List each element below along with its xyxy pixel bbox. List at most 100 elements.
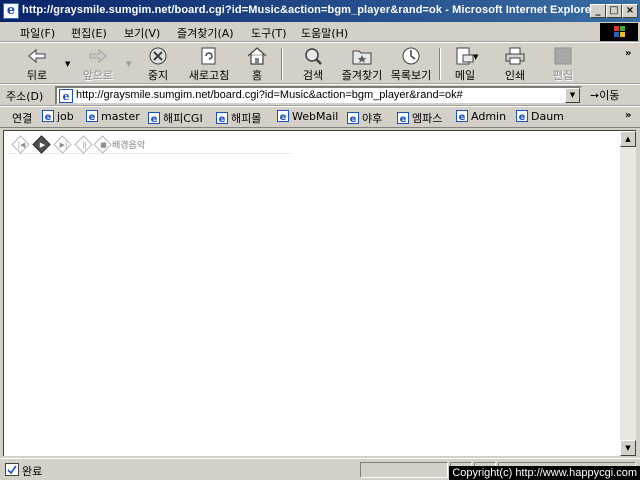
link-happymall[interactable]: e 해피몰: [216, 110, 261, 126]
toolbar-separator: [281, 48, 283, 80]
svg-text:e: e: [45, 112, 52, 122]
link-job[interactable]: e job: [42, 110, 74, 123]
home-button[interactable]: 홈: [245, 46, 269, 82]
refresh-label: 새로고침: [188, 69, 230, 82]
player-title: 배경음악: [112, 141, 146, 151]
link-happycgi[interactable]: e 해피CGI: [148, 110, 203, 126]
links-bar: 연결 e job e master e 해피CGI e 해피몰 e WebMail e 야후…: [0, 106, 640, 128]
prev-icon: |◀: [17, 141, 26, 149]
mail-dropdown-icon[interactable]: ▼: [473, 53, 478, 61]
forward-label: 앞으로: [82, 69, 114, 82]
back-label: 뒤로: [26, 69, 48, 82]
link-master[interactable]: e master: [86, 110, 140, 123]
forward-dropdown-icon[interactable]: ▼: [126, 60, 131, 68]
history-button[interactable]: 목록보기: [388, 46, 434, 82]
menu-edit[interactable]: 편집(E): [71, 25, 107, 41]
favorites-button[interactable]: 즐겨찾기: [338, 46, 386, 82]
search-button[interactable]: 검색: [298, 46, 328, 82]
link-webmail[interactable]: e WebMail: [277, 110, 338, 123]
svg-text:e: e: [280, 112, 287, 122]
edit-button[interactable]: 편집: [548, 46, 578, 82]
menu-file[interactable]: 파일(F): [20, 25, 55, 41]
back-dropdown-icon[interactable]: ▼: [65, 60, 70, 68]
mail-button[interactable]: 메일: [450, 46, 480, 82]
address-dropdown-icon[interactable]: ▼: [565, 88, 580, 103]
ie-page-icon: e: [86, 110, 98, 122]
favorites-folder-icon: [352, 50, 372, 65]
menu-favorites[interactable]: 즐겨찾기(A): [177, 25, 234, 41]
play-icon: ▶: [39, 141, 46, 149]
printer-icon: [505, 47, 525, 65]
svg-text:e: e: [89, 112, 96, 122]
mail-label: 메일: [454, 69, 476, 82]
link-label: Daum: [531, 110, 564, 123]
link-label: 엠파스: [412, 112, 443, 125]
pause-icon: ||: [82, 141, 87, 149]
link-label: WebMail: [292, 110, 339, 123]
svg-text:e: e: [459, 112, 466, 122]
ie-page-icon: e: [59, 89, 73, 103]
page-done-icon: [5, 463, 19, 476]
link-label: 해피CGI: [163, 112, 203, 125]
home-icon: [247, 47, 267, 65]
refresh-icon: [201, 47, 216, 65]
link-label: 야후: [362, 112, 383, 125]
maximize-button[interactable]: □: [606, 4, 622, 18]
menu-view[interactable]: 보기(V): [124, 25, 160, 41]
ie-page-icon: e: [516, 110, 528, 122]
stop-button[interactable]: 중지: [143, 46, 173, 82]
ie-page-icon: e: [456, 110, 468, 122]
link-label: Admin: [471, 110, 507, 123]
menu-bar: 파일(F) 편집(E) 보기(V) 즐겨찾기(A) 도구(T) 도움말(H): [0, 22, 640, 42]
ie-page-icon: e: [347, 112, 359, 124]
bgm-player: |◀ ▶ ▶| || ■ 배경음악: [9, 135, 291, 154]
standard-toolbar: 뒤로 ▼ 앞으로 ▼ 중지 새로고침 홈 검색 즐겨찾기 목록보기 메일 ▼ 인…: [0, 42, 640, 84]
svg-text:e: e: [400, 114, 407, 124]
scroll-up-button[interactable]: ▲: [620, 131, 636, 147]
edit-icon: [554, 47, 572, 65]
links-chevron-icon[interactable]: »: [625, 110, 631, 121]
vertical-scrollbar[interactable]: ▲ ▼: [620, 130, 636, 456]
edit-label: 편집: [552, 69, 574, 82]
menu-help[interactable]: 도움말(H): [301, 25, 348, 41]
refresh-button[interactable]: 새로고침: [184, 46, 234, 82]
forward-arrow-icon: [89, 48, 107, 64]
stop-icon: [149, 47, 167, 65]
favorites-label: 즐겨찾기: [341, 69, 383, 82]
search-icon: [305, 48, 322, 65]
link-daum[interactable]: e Daum: [516, 110, 564, 123]
svg-text:e: e: [519, 112, 526, 122]
svg-text:e: e: [350, 114, 357, 124]
svg-text:e: e: [63, 90, 70, 103]
title-bar[interactable]: e http://graysmile.sumgim.net/board.cgi?…: [0, 0, 640, 22]
ie-page-icon: e: [397, 112, 409, 124]
minimize-button[interactable]: _: [590, 4, 606, 18]
toolbar-chevron-icon[interactable]: »: [625, 48, 631, 59]
link-admin[interactable]: e Admin: [456, 110, 506, 123]
scroll-down-button[interactable]: ▼: [620, 440, 636, 456]
address-label: 주소(D): [6, 90, 44, 103]
history-icon: [402, 47, 420, 65]
svg-text:e: e: [151, 114, 158, 124]
next-icon: ▶|: [59, 141, 68, 149]
back-arrow-icon: [28, 48, 46, 64]
close-button[interactable]: ×: [622, 4, 638, 18]
address-url[interactable]: http://graysmile.sumgim.net/board.cgi?id…: [76, 89, 463, 101]
search-label: 검색: [302, 69, 324, 82]
address-input[interactable]: e http://graysmile.sumgim.net/board.cgi?…: [55, 86, 582, 105]
forward-button[interactable]: 앞으로: [80, 46, 116, 82]
ie-page-icon: e: [42, 110, 54, 122]
link-label: job: [57, 110, 74, 123]
address-bar: 주소(D) e http://graysmile.sumgim.net/boar…: [0, 84, 640, 106]
back-button[interactable]: 뒤로: [22, 46, 52, 82]
go-button[interactable]: ➙이동: [590, 87, 619, 103]
page-content: |◀ ▶ ▶| || ■ 배경음악: [3, 130, 620, 456]
menu-tools[interactable]: 도구(T): [251, 25, 287, 41]
windows-logo-icon: [600, 23, 638, 41]
toolbar-separator: [439, 48, 441, 80]
ie-icon[interactable]: e: [3, 3, 19, 19]
link-empas[interactable]: e 엠파스: [397, 110, 442, 126]
link-yahoo[interactable]: e 야후: [347, 110, 382, 126]
stop-player-icon: ■: [100, 141, 107, 149]
print-button[interactable]: 인쇄: [500, 46, 530, 82]
